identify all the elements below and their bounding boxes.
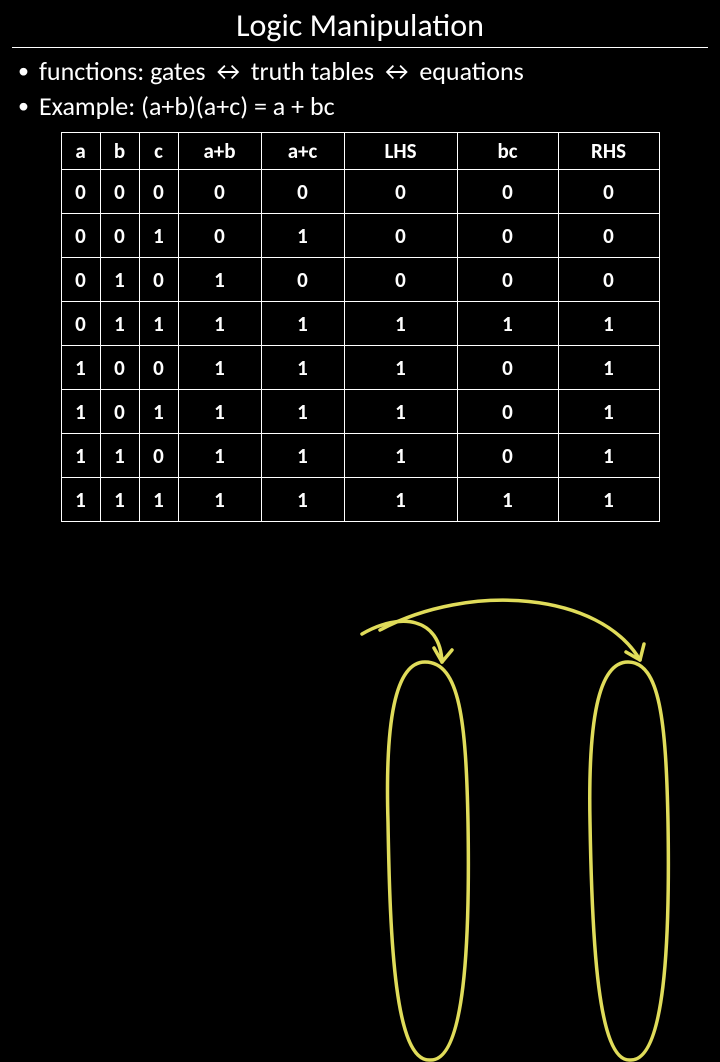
table-cell: 0 [457,346,558,390]
table-cell: 0 [344,170,457,214]
table-cell: 1 [178,434,261,478]
table-cell: 1 [558,478,659,522]
truth-table: a b c a+b a+c LHS bc RHS 000000000010100… [61,132,660,522]
table-cell: 1 [100,478,139,522]
bullet-item: • Example: (a+b)(a+c) = a + bc [14,89,706,124]
table-cell: 0 [261,170,344,214]
col-header: a [61,133,100,170]
bullet-text: functions: gates ↔ truth tables ↔ equati… [39,54,524,89]
table-row: 11111111 [61,478,659,522]
table-cell: 1 [139,478,178,522]
table-cell: 1 [261,214,344,258]
table-cell: 0 [344,214,457,258]
table-row: 10111101 [61,390,659,434]
table-cell: 1 [457,478,558,522]
table-cell: 0 [558,170,659,214]
table-row: 00101000 [61,214,659,258]
table-cell: 1 [261,390,344,434]
table-cell: 1 [558,346,659,390]
table-row: 10011101 [61,346,659,390]
table-cell: 1 [558,434,659,478]
table-cell: 1 [178,390,261,434]
table-cell: 1 [178,346,261,390]
bullet-dot: • [18,54,29,87]
table-cell: 1 [178,478,261,522]
table-row: 01010000 [61,258,659,302]
table-cell: 0 [139,258,178,302]
table-cell: 0 [457,434,558,478]
table-cell: 1 [261,302,344,346]
table-cell: 0 [558,214,659,258]
table-cell: 1 [178,258,261,302]
slide-title: Logic Manipulation [12,0,708,48]
col-header: RHS [558,133,659,170]
table-cell: 1 [61,346,100,390]
table-cell: 1 [100,302,139,346]
table-cell: 0 [100,214,139,258]
col-header: c [139,133,178,170]
table-cell: 0 [261,258,344,302]
table-cell: 0 [61,214,100,258]
table-cell: 0 [139,434,178,478]
bullet-text: Example: (a+b)(a+c) = a + bc [39,89,335,124]
table-cell: 1 [344,390,457,434]
table-cell: 1 [261,346,344,390]
table-cell: 0 [178,170,261,214]
table-row: 11011101 [61,434,659,478]
table-cell: 1 [178,302,261,346]
table-cell: 1 [100,258,139,302]
col-header: b [100,133,139,170]
table-cell: 0 [558,258,659,302]
table-cell: 0 [100,390,139,434]
table-cell: 0 [139,346,178,390]
table-cell: 1 [261,434,344,478]
table-cell: 0 [61,302,100,346]
table-cell: 0 [139,170,178,214]
table-cell: 1 [139,214,178,258]
table-cell: 0 [457,390,558,434]
table-cell: 1 [344,434,457,478]
table-cell: 0 [457,170,558,214]
table-cell: 1 [261,478,344,522]
bullet-item: • functions: gates ↔ truth tables ↔ equa… [14,54,706,89]
col-header: a+b [178,133,261,170]
table-row: 00000000 [61,170,659,214]
table-cell: 1 [139,390,178,434]
table-cell: 1 [457,302,558,346]
table-cell: 0 [457,214,558,258]
table-cell: 0 [100,170,139,214]
bullet-dot: • [18,89,29,122]
table-cell: 1 [61,434,100,478]
table-cell: 0 [61,170,100,214]
table-row: 01111111 [61,302,659,346]
table-cell: 0 [178,214,261,258]
col-header: LHS [344,133,457,170]
annotation-overlay [0,522,720,1062]
table-cell: 0 [344,258,457,302]
col-header: a+c [261,133,344,170]
col-header: bc [457,133,558,170]
table-cell: 0 [100,346,139,390]
table-cell: 0 [61,258,100,302]
table-cell: 1 [139,302,178,346]
table-cell: 1 [61,390,100,434]
table-cell: 1 [61,478,100,522]
table-header-row: a b c a+b a+c LHS bc RHS [61,133,659,170]
table-cell: 1 [558,302,659,346]
table-cell: 1 [344,302,457,346]
table-cell: 1 [344,346,457,390]
table-cell: 1 [100,434,139,478]
table-cell: 1 [558,390,659,434]
table-cell: 1 [344,478,457,522]
bullet-list: • functions: gates ↔ truth tables ↔ equa… [14,54,706,124]
table-cell: 0 [457,258,558,302]
